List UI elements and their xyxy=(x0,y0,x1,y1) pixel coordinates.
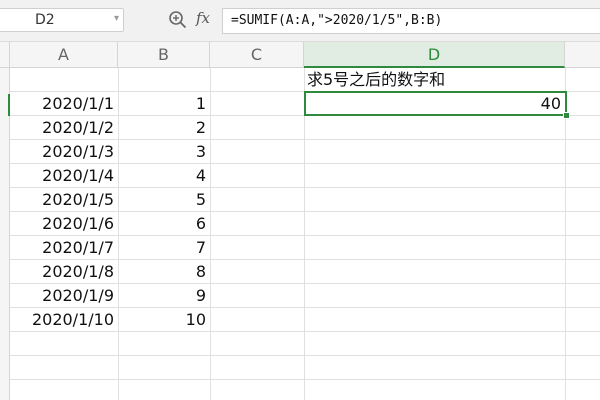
grid-line xyxy=(10,379,600,380)
name-box-value: D2 xyxy=(35,12,55,28)
select-all-corner[interactable] xyxy=(0,42,10,67)
grid-line xyxy=(210,68,211,400)
grid-line xyxy=(10,331,600,332)
cell-a10[interactable]: 2020/1/9 xyxy=(10,284,118,307)
cell-b11[interactable]: 10 xyxy=(118,308,210,331)
zoom-icon[interactable] xyxy=(168,10,188,30)
column-header-b[interactable]: B xyxy=(118,42,210,67)
column-header-c[interactable]: C xyxy=(210,42,304,67)
cell-a6[interactable]: 2020/1/5 xyxy=(10,188,118,211)
sheet-grid: A B C D 求5号之后的数字和 2020/1/1 2020/1/2 2020… xyxy=(0,42,600,400)
spreadsheet-app: D2 ▾ fx =SUMIF(A:A,">2020/1/5",B:B) A B … xyxy=(0,0,600,400)
chevron-down-icon[interactable]: ▾ xyxy=(114,13,119,24)
cell-a5[interactable]: 2020/1/4 xyxy=(10,164,118,187)
cell-a8[interactable]: 2020/1/7 xyxy=(10,236,118,259)
cell-b9[interactable]: 8 xyxy=(118,260,210,283)
cell-b5[interactable]: 4 xyxy=(118,164,210,187)
formula-input[interactable]: =SUMIF(A:A,">2020/1/5",B:B) xyxy=(222,8,600,34)
column-header-row: A B C D xyxy=(0,42,600,68)
cell-b10[interactable]: 9 xyxy=(118,284,210,307)
cell-a9[interactable]: 2020/1/8 xyxy=(10,260,118,283)
fx-icon[interactable]: fx xyxy=(196,9,210,27)
formula-bar: D2 ▾ fx =SUMIF(A:A,">2020/1/5",B:B) xyxy=(0,0,600,42)
formula-text: =SUMIF(A:A,">2020/1/5",B:B) xyxy=(231,13,443,28)
cell-b7[interactable]: 6 xyxy=(118,212,210,235)
fill-handle[interactable] xyxy=(563,112,570,119)
active-cell-outline xyxy=(304,91,567,116)
cell-b3[interactable]: 2 xyxy=(118,116,210,139)
cell-a7[interactable]: 2020/1/6 xyxy=(10,212,118,235)
cell-a2[interactable]: 2020/1/1 xyxy=(10,92,118,115)
cell-b4[interactable]: 3 xyxy=(118,140,210,163)
cell-a3[interactable]: 2020/1/2 xyxy=(10,116,118,139)
cell-b2[interactable]: 1 xyxy=(118,92,210,115)
cell-a4[interactable]: 2020/1/3 xyxy=(10,140,118,163)
name-box[interactable]: D2 ▾ xyxy=(0,8,124,32)
grid-line xyxy=(10,355,600,356)
cell-a11[interactable]: 2020/1/10 xyxy=(10,308,118,331)
grid-line xyxy=(304,68,305,400)
column-header-a[interactable]: A xyxy=(10,42,118,67)
cell-b8[interactable]: 7 xyxy=(118,236,210,259)
cell-b6[interactable]: 5 xyxy=(118,188,210,211)
cell-d1[interactable]: 求5号之后的数字和 xyxy=(304,68,565,91)
row-header-strip[interactable] xyxy=(0,68,10,400)
column-header-d[interactable]: D xyxy=(304,42,565,68)
